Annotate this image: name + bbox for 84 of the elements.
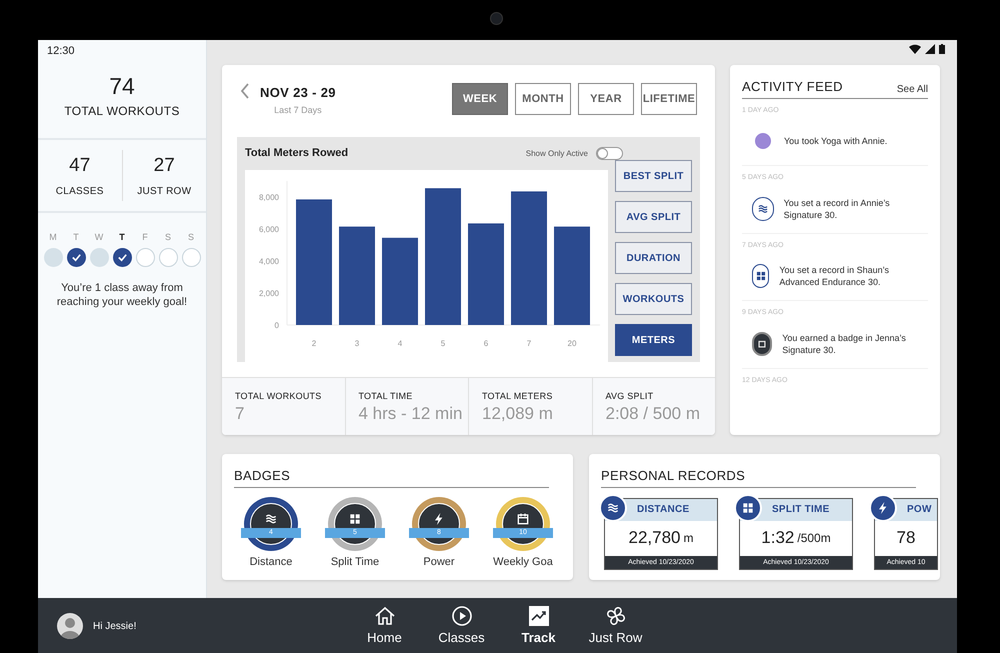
- period-tab[interactable]: YEAR: [578, 83, 634, 115]
- badge-name: Split Time: [330, 554, 380, 570]
- y-tick-label: 6,000: [258, 225, 279, 234]
- activity-feed-title: ACTIVITY FEED: [742, 78, 843, 96]
- metric-button[interactable]: AVG SPLIT: [615, 201, 692, 233]
- nav-tab[interactable]: Home: [356, 604, 413, 648]
- metric-button[interactable]: WORKOUTS: [615, 283, 692, 315]
- weekday-letter: T: [73, 231, 79, 244]
- trend-chart-icon: [526, 604, 550, 628]
- total-label: TOTAL TIME: [358, 390, 414, 403]
- total-label: TOTAL METERS: [482, 390, 554, 403]
- record-unit: m: [684, 530, 694, 547]
- period-tab[interactable]: WEEK: [452, 83, 508, 115]
- stat-label: JUST ROW: [137, 185, 192, 199]
- weekday-letter: M: [49, 231, 57, 244]
- activity-text: You earned a badge in Jenna’s Signature 30.: [782, 332, 907, 356]
- period-tab[interactable]: LIFETIME: [641, 83, 697, 115]
- calendar-icon: [515, 510, 531, 526]
- x-tick-label: 4: [398, 339, 402, 348]
- x-tick-label: 20: [568, 339, 576, 348]
- record-value: 78: [896, 527, 916, 550]
- x-tick-label: 6: [484, 339, 488, 348]
- stat-label: CLASSES: [56, 185, 104, 199]
- x-tick-label: 5: [440, 339, 446, 348]
- total-value: 7: [235, 404, 246, 424]
- x-tick-label: 3: [354, 339, 360, 348]
- signal-icon: [925, 44, 935, 54]
- total-value: 4 hrs - 12 min: [358, 404, 464, 424]
- see-all-link[interactable]: See All: [896, 82, 928, 96]
- nav-tab[interactable]: Just Row: [587, 604, 644, 648]
- activity-text: You set a record in Shaun’s Advanced Endurance 30.: [779, 264, 890, 288]
- badge-medal-icon: [752, 332, 772, 356]
- status-time: 12:30: [46, 44, 76, 59]
- record-value: 1:32: [761, 527, 794, 550]
- x-tick-label: 7: [526, 339, 532, 348]
- toggle-switch[interactable]: [596, 147, 623, 160]
- record-value: 22,780: [628, 527, 680, 550]
- user-greeting: Hi Jessie!: [93, 620, 136, 634]
- weekday-letter: F: [142, 231, 148, 244]
- wifi-icon: [909, 44, 921, 54]
- battery-icon: [939, 44, 945, 54]
- y-tick-label: 4,000: [258, 257, 279, 266]
- weekday-letter: S: [164, 231, 171, 244]
- y-tick-label: 2,000: [258, 289, 279, 298]
- stat-value: 27: [154, 154, 175, 178]
- total-workouts-value: 74: [109, 72, 135, 100]
- weekday-letter: W: [94, 231, 104, 244]
- total-label: TOTAL WORKOUTS: [235, 390, 322, 403]
- x-tick-label: 2: [312, 339, 316, 348]
- total-value: 12,089 m: [482, 404, 554, 424]
- y-tick-label: 8,000: [258, 193, 279, 202]
- chart-title: Total Meters Rowed: [245, 146, 348, 162]
- weekday-letter: T: [119, 231, 125, 244]
- camera-lens-icon: [490, 12, 503, 25]
- weekday-letter: S: [188, 231, 194, 244]
- home-icon: [372, 604, 396, 628]
- date-range-subtitle: Last 7 Days: [274, 104, 322, 117]
- badge-name: Power: [423, 554, 455, 570]
- play-icon: [450, 604, 474, 628]
- total-value: 2:08 / 500 m: [606, 404, 702, 424]
- user-avatar[interactable]: [57, 613, 83, 639]
- y-tick-label: 0: [274, 321, 279, 330]
- stat-value: 47: [69, 154, 90, 178]
- total-label: AVG SPLIT: [606, 390, 654, 403]
- metric-button[interactable]: METERS: [615, 324, 692, 356]
- grid-icon: [752, 264, 770, 288]
- record-unit: /500m: [797, 530, 831, 547]
- activity-text: You set a record in Annie’s Signature 30.: [784, 196, 891, 220]
- badge-name: Weekly Goa: [493, 554, 553, 570]
- toggle-label: Show Only Active: [526, 148, 588, 160]
- personal-records-title: PERSONAL RECORDS: [601, 466, 916, 488]
- back-chevron-icon[interactable]: [240, 83, 250, 99]
- total-workouts-label: TOTAL WORKOUTS: [64, 102, 180, 120]
- nav-tab[interactable]: Classes: [433, 604, 490, 648]
- metric-button[interactable]: BEST SPLIT: [615, 160, 692, 192]
- period-tab[interactable]: MONTH: [515, 83, 571, 115]
- goal-message: You’re 1 class away from reaching your weekly goal!: [56, 280, 188, 308]
- badge-name: Distance: [250, 554, 292, 570]
- nav-tab[interactable]: Track: [510, 604, 567, 648]
- badges-title: BADGES: [234, 466, 549, 488]
- date-range-title: NOV 23 - 29: [260, 84, 336, 102]
- activity-text: You took Yoga with Annie.: [784, 135, 888, 147]
- waves-icon: [752, 196, 774, 220]
- metric-button[interactable]: DURATION: [615, 242, 692, 274]
